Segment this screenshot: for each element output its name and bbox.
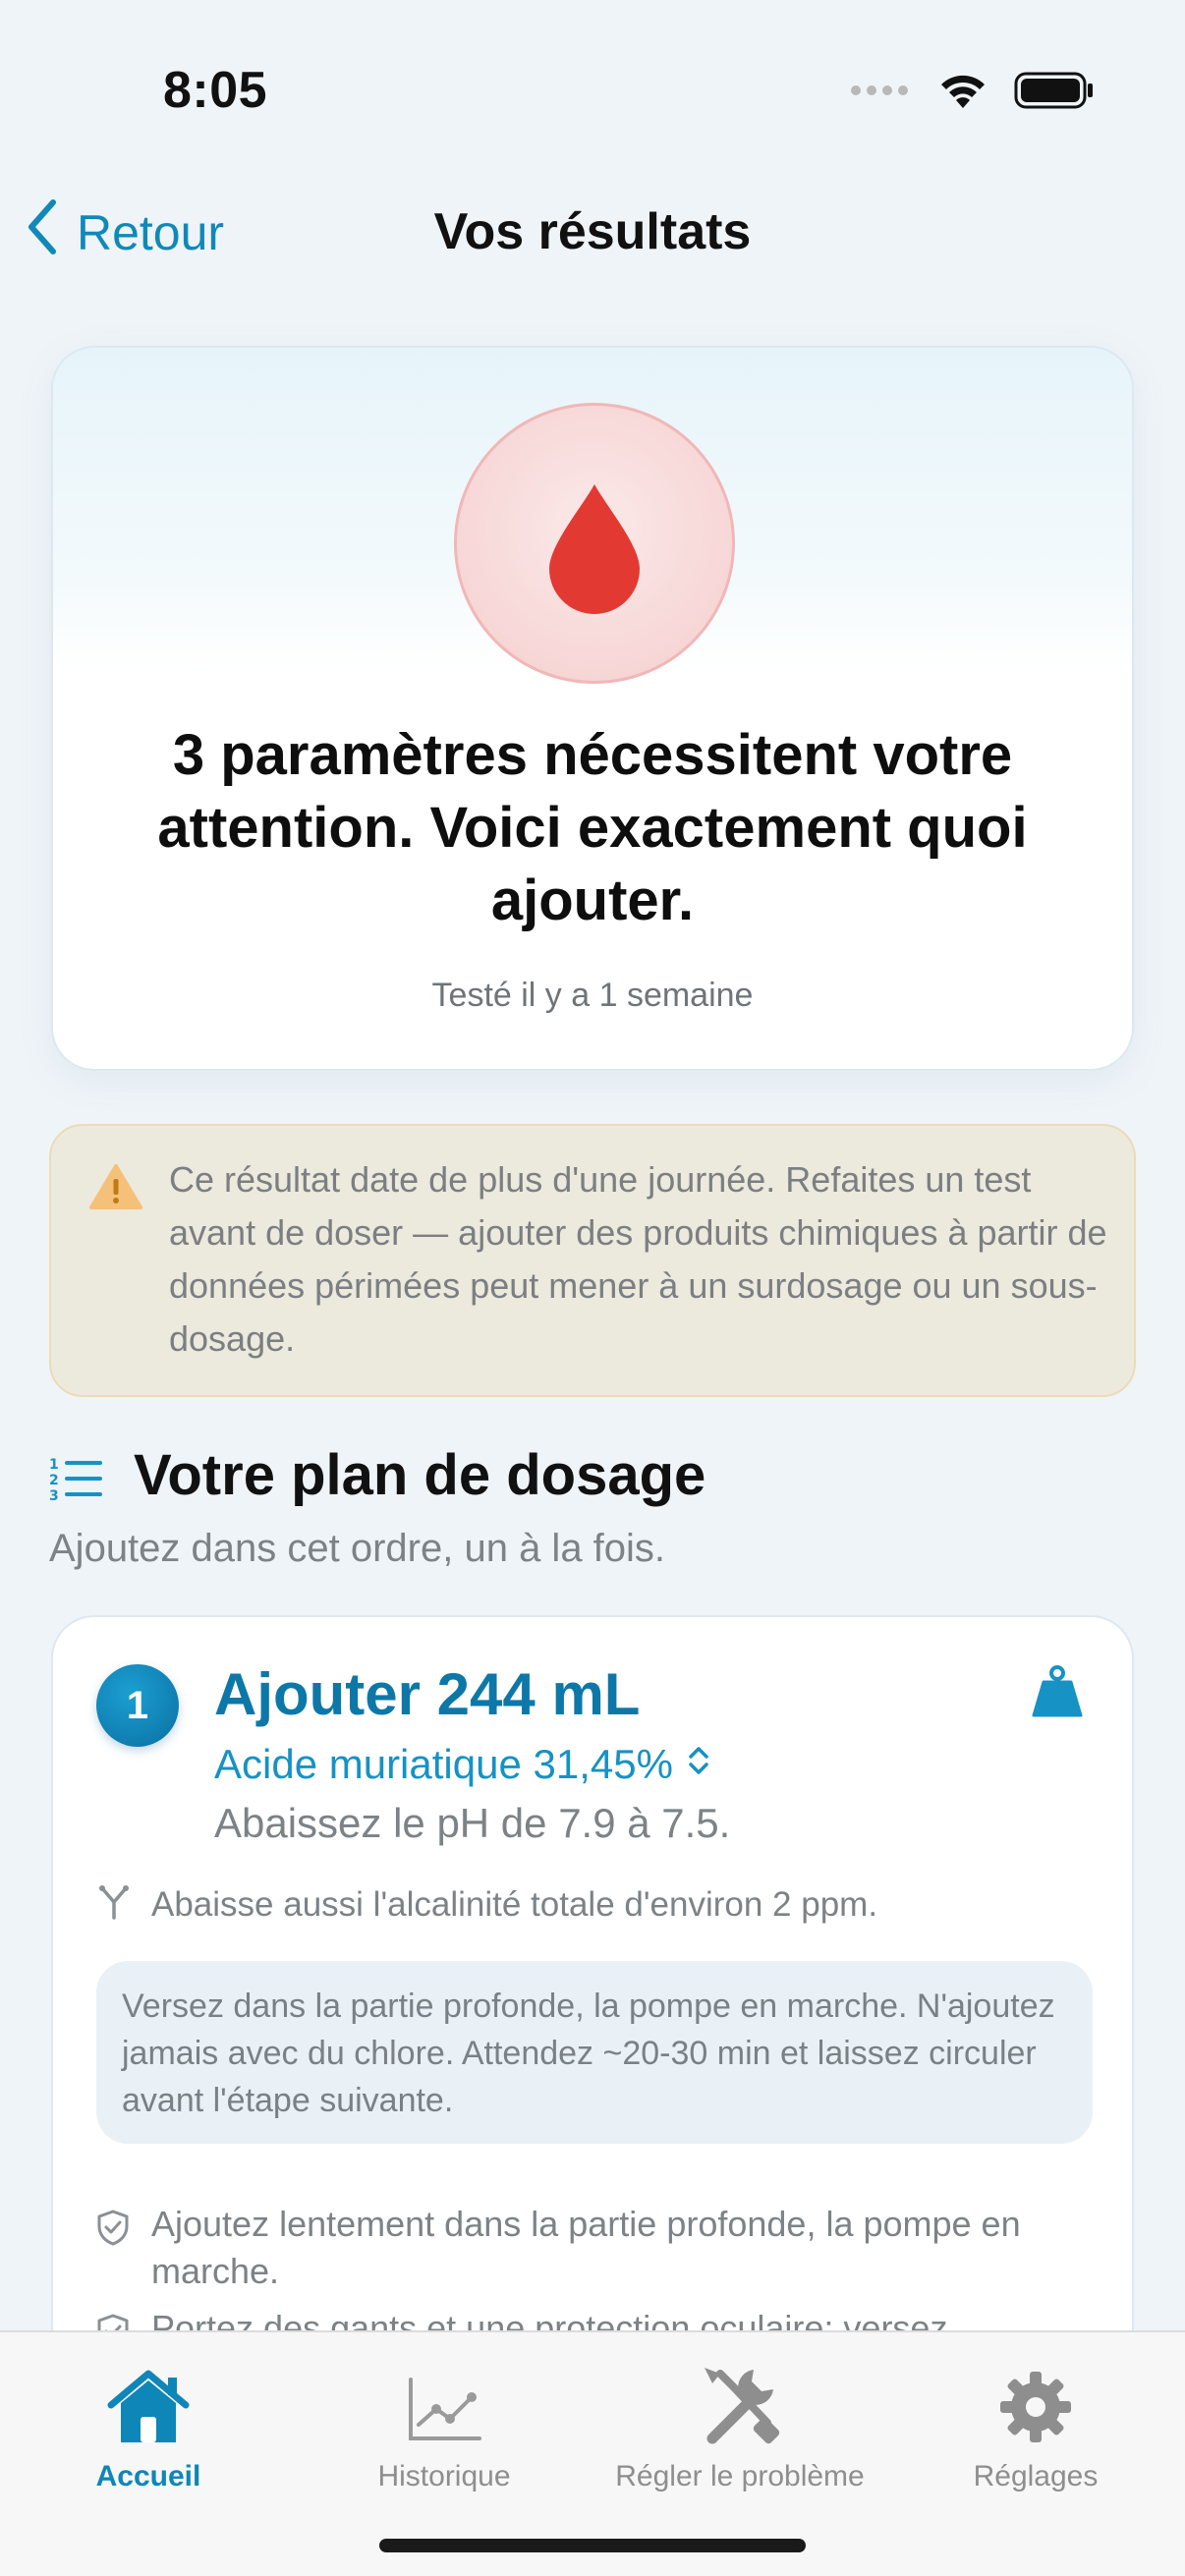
tab-regler-le-probleme[interactable]: Régler le problème [592,2346,887,2513]
side-effect-row: Abaisse aussi l'alcalinité totale d'envi… [96,1884,877,1925]
tab-label: Accueil [95,2460,201,2492]
safety-item: Ajoutez lentement dans la partie profond… [96,2201,1089,2295]
status-icons [849,69,1095,116]
side-effect-text: Abaisse aussi l'alcalinité totale d'envi… [151,1884,878,1924]
dose-step-card: 1 Ajouter 244 mL Acide muriatique 31,45%… [51,1615,1134,2421]
svg-text:1: 1 [49,1457,59,1473]
svg-text:2: 2 [49,1473,59,1488]
tab-historique[interactable]: Historique [297,2346,592,2513]
navigation-bar: Retour Vos résultats [0,187,1185,275]
chart-icon [405,2346,483,2444]
section-title: Votre plan de dosage [134,1443,706,1507]
warning-text: Ce résultat date de plus d'une journée. … [169,1159,1107,1359]
results-summary-card: 3 paramètres nécessitent votre attention… [51,346,1134,1071]
results-headline: 3 paramètres nécessitent votre attention… [157,723,1028,932]
chevron-up-down-icon [687,1741,710,1788]
page-title: Vos résultats [433,203,752,260]
cellular-signal-icon [849,84,912,102]
gear-icon [998,2346,1073,2444]
warning-icon [88,1163,143,1215]
dose-effect: Abaissez le pH de 7.9 à 7.5. [214,1800,731,1846]
home-indicator [379,2539,806,2552]
tab-label: Réglages [973,2460,1099,2492]
step-number-badge: 1 [96,1664,179,1747]
svg-text:3: 3 [49,1488,59,1503]
tab-accueil[interactable]: Accueil [1,2346,296,2513]
safety-text: Ajoutez lentement dans la partie profond… [151,2204,1021,2291]
shield-check-icon [96,2209,130,2295]
tab-label: Régler le problème [615,2460,865,2492]
tab-reglages[interactable]: Réglages [888,2346,1183,2513]
instruction-text: Versez dans la partie profonde, la pompe… [122,1988,1055,2119]
drop-icon-container [454,403,735,684]
branch-icon [96,1884,132,1925]
test-date: Testé il y a 1 semaine [431,977,754,1014]
product-name: Acide muriatique 31,45% [214,1741,673,1787]
instruction-box: Versez dans la partie profonde, la pompe… [96,1961,1093,2144]
dose-amount: Ajouter 244 mL [214,1661,641,1727]
battery-icon [1014,71,1095,115]
stale-result-warning: Ce résultat date de plus d'une journée. … [49,1124,1136,1397]
numbered-list-icon: 1 2 3 [49,1456,104,1508]
product-selector[interactable]: Acide muriatique 31,45% [214,1741,710,1788]
tab-label: Historique [377,2460,511,2492]
status-bar: 8:05 [0,0,1185,187]
section-subtitle: Ajoutez dans cet ordre, un à la fois. [49,1527,666,1570]
tools-icon [699,2346,781,2444]
house-icon [107,2346,190,2444]
weight-icon[interactable] [1030,1664,1085,1724]
status-time: 8:05 [163,62,268,119]
wifi-icon [937,71,988,115]
